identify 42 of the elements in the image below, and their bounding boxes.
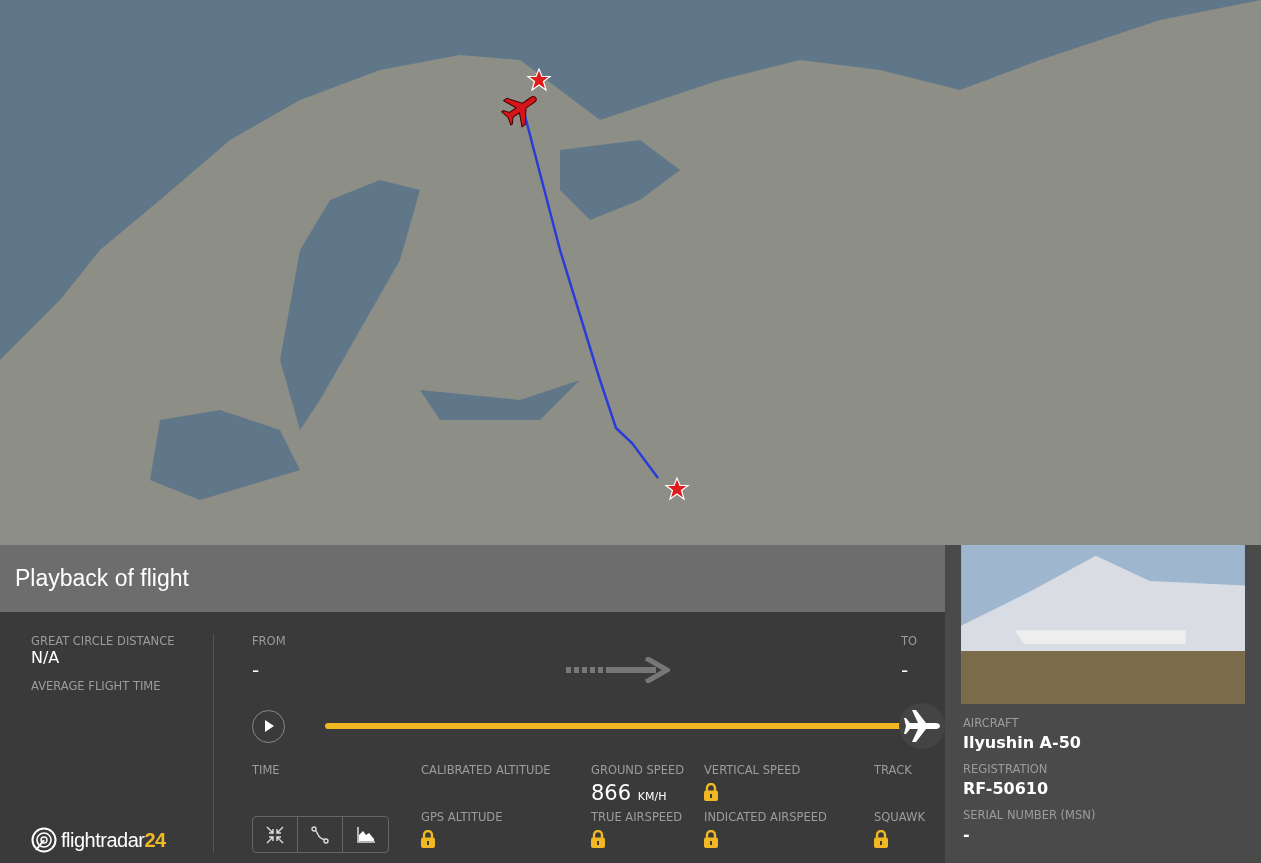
to-label: TO [900,634,917,648]
stat-label: GREAT CIRCLE DISTANCE [31,634,176,648]
lock-icon [874,830,888,848]
lock-icon [421,830,435,848]
lock-icon [591,830,605,848]
aircraft-value: Ilyushin A-50 [963,733,1082,752]
star-icon [526,67,552,92]
lock-icon [704,830,718,848]
stat-label: AVERAGE FLIGHT TIME [31,679,162,693]
star-icon [664,476,690,501]
arrow-icon [566,657,671,683]
data-label: VERTICAL SPEED [704,763,802,777]
compress-arrows-icon [266,825,284,844]
airplane-icon[interactable] [501,96,537,128]
data-label: GROUND SPEED [591,763,686,777]
data-label: INDICATED AIRSPEED [704,810,828,824]
slider-handle[interactable] [899,703,945,749]
aircraft-label: REGISTRATION [963,762,1049,776]
aircraft-value: RF-50610 [963,779,1050,798]
data-label: GPS ALTITUDE [421,810,504,824]
playback-slider[interactable] [325,703,945,749]
data-label: CALIBRATED ALTITUDE [421,763,552,777]
data-label: TIME [252,763,281,777]
panel-title: Playback of flight [15,565,189,592]
from-value: - [252,658,261,682]
from-label: FROM [252,634,286,648]
area-chart-icon [356,826,375,843]
aircraft-label: AIRCRAFT [963,716,1020,730]
logo-text: flightradar24 [61,828,166,852]
stat-value: N/A [31,648,61,667]
airplane-icon [902,710,942,742]
route-icon [311,825,329,844]
data-label: TRACK [874,763,913,777]
to-value: - [900,658,910,682]
data-value: 866 KM/H [591,783,668,804]
data-label: SQUAWK [874,810,925,824]
data-label: TRUE AIRSPEED [591,810,684,824]
lock-icon [704,783,718,801]
radar-logo-icon [31,827,57,853]
play-icon [262,719,275,733]
aircraft-value: - [963,825,971,844]
aircraft-label: SERIAL NUMBER (MSN) [963,808,1097,822]
